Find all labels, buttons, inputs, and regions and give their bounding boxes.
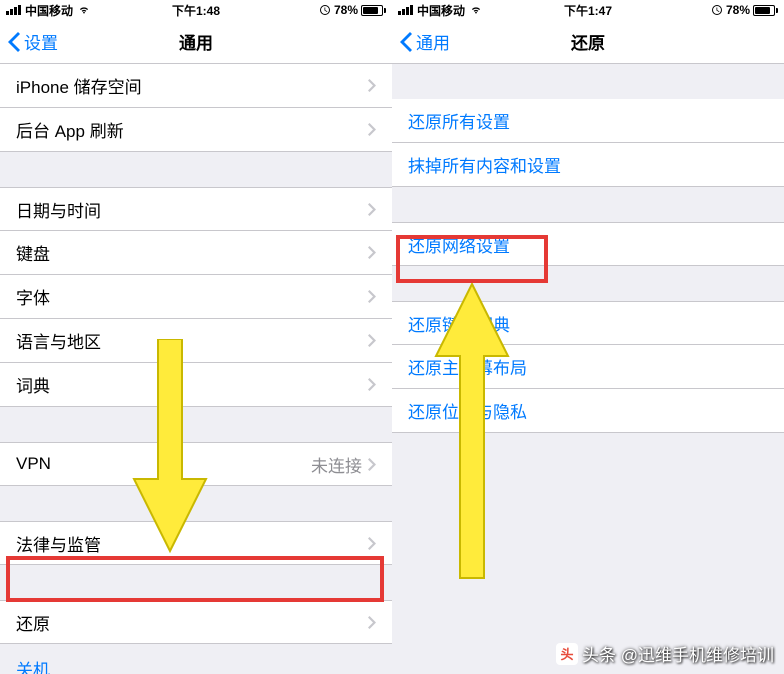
row-label: 字体	[16, 284, 50, 309]
row-label: 还原所有设置	[408, 108, 510, 133]
content-area: iPhone 储存空间 后台 App 刷新 日期与时间 键盘 字体	[0, 64, 392, 674]
row-background-refresh[interactable]: 后台 App 刷新	[0, 108, 392, 152]
back-label: 通用	[416, 29, 450, 54]
row-label: 语言与地区	[16, 328, 101, 353]
row-reset-all-settings[interactable]: 还原所有设置	[392, 99, 784, 143]
row-keyboard[interactable]: 键盘	[0, 231, 392, 275]
row-label: 键盘	[16, 240, 50, 265]
battery-label: 78%	[334, 3, 358, 17]
back-label: 设置	[24, 29, 58, 54]
wifi-icon	[77, 3, 91, 17]
chevron-right-icon	[368, 123, 376, 136]
chevron-right-icon	[368, 334, 376, 347]
alarm-icon	[319, 4, 331, 16]
chevron-right-icon	[368, 79, 376, 92]
nav-bar: 通用 还原	[392, 20, 784, 64]
screen-reset: 中国移动 下午1:47 78% 通用 还原 还原所有设置 抹掉所有内容和设置	[392, 0, 784, 674]
screen-general: 中国移动 下午1:48 78% 设置 通用 iPhone 储存空间 后台 App…	[0, 0, 392, 674]
row-label: 后台 App 刷新	[16, 117, 124, 142]
chevron-left-icon	[400, 32, 412, 52]
row-fonts[interactable]: 字体	[0, 275, 392, 319]
row-label: 词典	[16, 372, 50, 397]
wifi-icon	[469, 3, 483, 17]
row-detail: 未连接	[311, 452, 362, 477]
nav-title: 通用	[179, 29, 213, 54]
signal-icon	[398, 5, 413, 15]
time-label: 下午1:47	[564, 2, 612, 19]
row-label: 日期与时间	[16, 197, 101, 222]
content-area: 还原所有设置 抹掉所有内容和设置 还原网络设置 还原键盘词典 还原主屏幕布局 还…	[392, 99, 784, 433]
back-button[interactable]: 设置	[8, 29, 58, 54]
watermark: 头 头条 @迅维手机维修培训	[556, 641, 774, 666]
nav-bar: 设置 通用	[0, 20, 392, 64]
nav-title: 还原	[571, 29, 605, 54]
chevron-right-icon	[368, 290, 376, 303]
toutiao-logo-icon: 头	[556, 643, 578, 665]
row-erase-all[interactable]: 抹掉所有内容和设置	[392, 143, 784, 187]
chevron-right-icon	[368, 616, 376, 629]
chevron-right-icon	[368, 537, 376, 550]
row-reset-network[interactable]: 还原网络设置	[392, 222, 784, 266]
status-bar: 中国移动 下午1:47 78%	[392, 0, 784, 20]
alarm-icon	[711, 4, 723, 16]
watermark-text: 头条 @迅维手机维修培训	[582, 641, 774, 666]
row-iphone-storage[interactable]: iPhone 储存空间	[0, 64, 392, 108]
carrier-label: 中国移动	[417, 2, 465, 19]
row-label: VPN	[16, 454, 51, 474]
row-label: 法律与监管	[16, 531, 101, 556]
carrier-label: 中国移动	[25, 2, 73, 19]
chevron-right-icon	[368, 378, 376, 391]
signal-icon	[6, 5, 21, 15]
row-label: 抹掉所有内容和设置	[408, 152, 561, 177]
row-label: 还原	[16, 610, 50, 635]
row-date-time[interactable]: 日期与时间	[0, 187, 392, 231]
status-bar: 中国移动 下午1:48 78%	[0, 0, 392, 20]
back-button[interactable]: 通用	[400, 29, 450, 54]
row-label: 还原网络设置	[408, 232, 510, 257]
battery-icon	[753, 5, 778, 16]
chevron-right-icon	[368, 246, 376, 259]
time-label: 下午1:48	[172, 2, 220, 19]
chevron-left-icon	[8, 32, 20, 52]
chevron-right-icon	[368, 458, 376, 471]
shutdown-button[interactable]: 关机	[0, 644, 392, 674]
row-label: iPhone 储存空间	[16, 73, 142, 98]
battery-icon	[361, 5, 386, 16]
arrow-up-annotation	[432, 281, 512, 581]
chevron-right-icon	[368, 203, 376, 216]
row-reset[interactable]: 还原	[0, 600, 392, 644]
arrow-down-annotation	[130, 339, 210, 554]
battery-label: 78%	[726, 3, 750, 17]
